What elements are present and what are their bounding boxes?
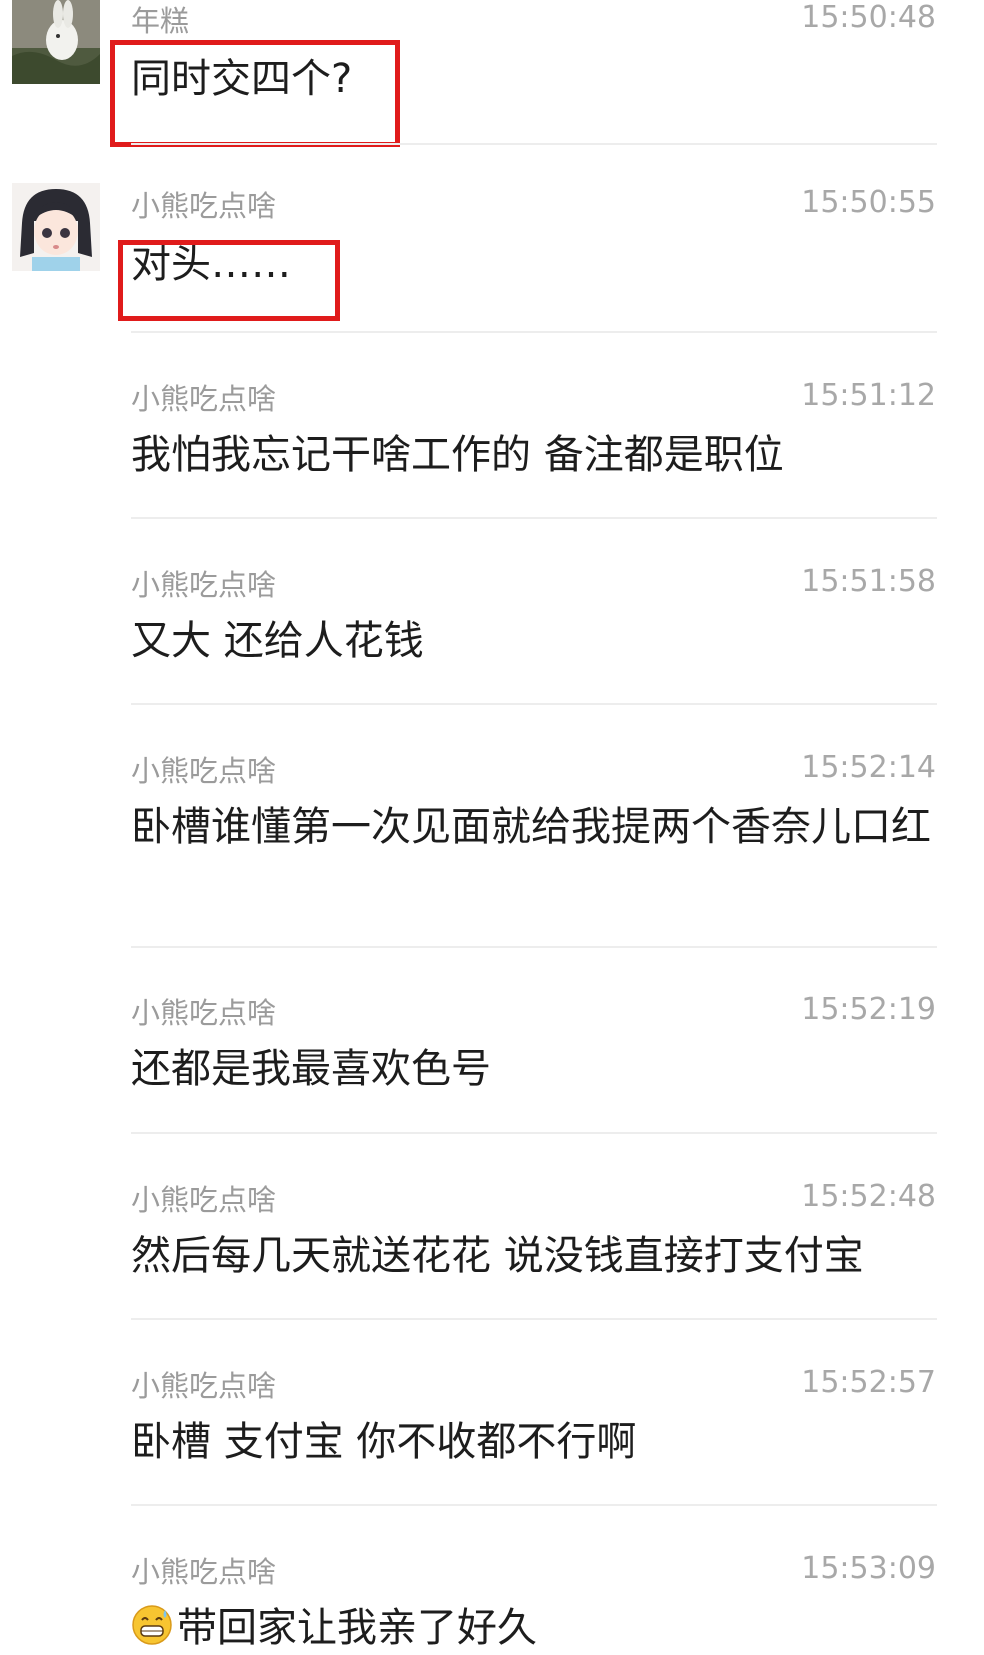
sender-name: 小熊吃点啥 [131, 382, 277, 416]
message-text[interactable]: 又大 还给人花钱 [131, 614, 931, 668]
message-time: 15:52:19 [801, 992, 936, 1027]
chat-message: 小熊吃点啥 15:52:14 卧槽谁懂第一次见面就给我提两个香奈儿口红 [0, 748, 984, 948]
red-highlight-box [110, 40, 400, 147]
sender-name: 小熊吃点啥 [131, 996, 277, 1030]
anime-girl-avatar[interactable] [12, 183, 100, 271]
sender-name: 小熊吃点啥 [131, 189, 277, 223]
chat-message: 小熊吃点啥 15:50:55 对头…… [0, 145, 984, 333]
message-time: 15:53:09 [801, 1551, 936, 1586]
message-text[interactable]: 卧槽 支付宝 你不收都不行啊 [131, 1415, 931, 1469]
sender-name: 小熊吃点啥 [131, 568, 277, 602]
sender-name: 小熊吃点啥 [131, 1183, 277, 1217]
chat-message: 小熊吃点啥 15:52:57 卧槽 支付宝 你不收都不行啊 [0, 1363, 984, 1506]
message-divider [131, 1132, 937, 1134]
sender-name: 年糕 [131, 4, 190, 38]
message-time: 15:51:58 [801, 564, 936, 599]
message-text[interactable]: 带回家让我亲了好久 [131, 1601, 931, 1655]
rabbit-photo-avatar[interactable] [12, 0, 100, 84]
chat-message: 小熊吃点啥 15:53:09 带回家让我亲了好久 [0, 1549, 984, 1651]
chat-message: 小熊吃点啥 15:52:48 然后每几天就送花花 说没钱直接打支付宝 [0, 1177, 984, 1320]
message-text[interactable]: 然后每几天就送花花 说没钱直接打支付宝 [131, 1229, 931, 1283]
chat-message: 小熊吃点啥 15:52:19 还都是我最喜欢色号 [0, 990, 984, 1134]
grinning-sweat-emoji [132, 1605, 172, 1645]
chat-message: 年糕 15:50:48 同时交四个? [0, 0, 984, 147]
message-time: 15:50:55 [801, 185, 936, 220]
message-time: 15:52:48 [801, 1179, 936, 1214]
message-time: 15:52:57 [801, 1365, 936, 1400]
chat-history: 年糕 15:50:48 同时交四个? 小熊吃点啥 15:50:55 对头…… 小 [0, 0, 984, 1651]
message-time: 15:51:12 [801, 378, 936, 413]
sender-name: 小熊吃点啥 [131, 754, 277, 788]
chat-message: 小熊吃点啥 15:51:12 我怕我忘记干啥工作的 备注都是职位 [0, 376, 984, 519]
message-divider [131, 517, 937, 519]
message-text-content: 带回家让我亲了好久 [177, 1605, 537, 1651]
message-text[interactable]: 卧槽谁懂第一次见面就给我提两个香奈儿口红 [131, 800, 931, 854]
message-text[interactable]: 还都是我最喜欢色号 [131, 1042, 931, 1096]
message-text[interactable]: 我怕我忘记干啥工作的 备注都是职位 [131, 428, 931, 482]
message-divider [131, 331, 937, 333]
message-divider [131, 1504, 937, 1506]
sender-name: 小熊吃点啥 [131, 1555, 277, 1589]
message-divider [131, 1318, 937, 1320]
message-divider [131, 703, 937, 705]
message-time: 15:50:48 [801, 0, 936, 35]
red-highlight-box [118, 240, 340, 321]
sender-name: 小熊吃点啥 [131, 1369, 277, 1403]
message-time: 15:52:14 [801, 750, 936, 785]
message-divider [131, 946, 937, 948]
chat-message: 小熊吃点啥 15:51:58 又大 还给人花钱 [0, 562, 984, 705]
